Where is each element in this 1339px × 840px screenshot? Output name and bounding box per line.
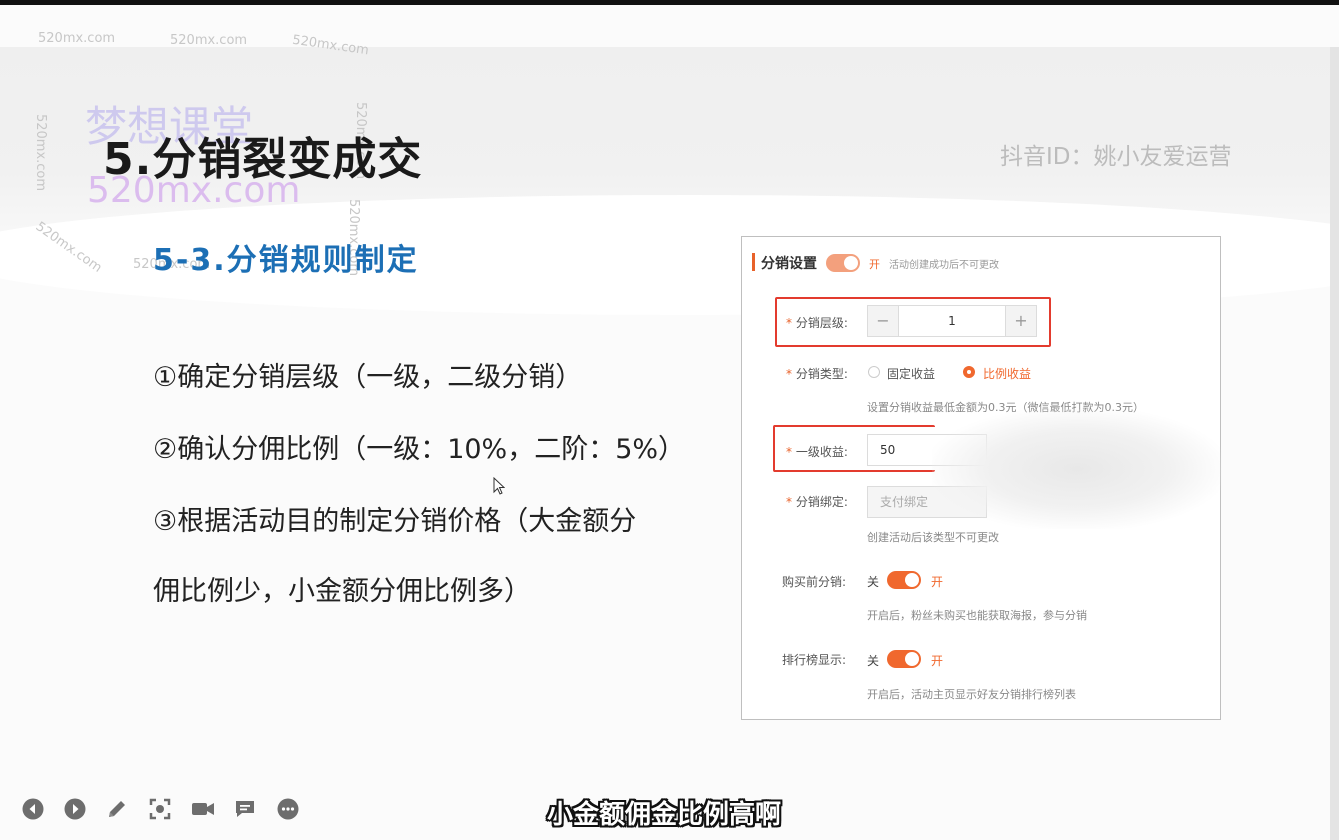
binding-label: * 分销绑定: [786,495,848,509]
ranking-hint: 开启后，活动主页显示好友分销排行榜列表 [867,688,1076,701]
distribution-settings-panel: 分销设置 开 活动创建成功后不可更改 * 分销层级: − 1 + * 分销类型:… [741,236,1222,720]
douyin-id: 抖音ID：姚小友爱运营 [1000,144,1232,170]
radio-fixed[interactable] [868,366,880,378]
type-label: * 分销类型: [786,367,848,381]
video-caption: 小金额佣金比例高啊 [547,800,782,830]
bullet-3: ③根据活动目的制定分销价格（大金额分 [153,506,637,537]
header-accent [752,253,755,271]
comment-icon[interactable] [234,798,256,820]
slide: 520mx.com 520mx.com 520mx.com 520mx.com … [0,5,1339,840]
highlight-box [775,297,1051,347]
bullet-3-cont: 佣比例少，小金额分佣比例多） [153,576,531,607]
next-icon[interactable] [64,798,86,820]
highlight-box [773,425,935,472]
ranking-on: 开 [931,654,944,668]
camera-icon[interactable] [191,798,215,820]
bullet-1: ①确定分销层级（一级，二级分销） [153,362,583,393]
header-note: 活动创建成功后不可更改 [889,260,999,271]
section-subtitle: 5-3.分销规则制定 [153,243,419,278]
ranking-toggle[interactable] [887,650,921,668]
page-title: 5.分销裂变成交 [103,134,423,185]
pre-purchase-toggle[interactable] [887,571,921,589]
prev-icon[interactable] [22,798,44,820]
binding-hint: 创建活动后该类型不可更改 [867,531,999,544]
pre-purchase-hint: 开启后，粉丝未购买也能获取海报，参与分销 [867,609,1087,622]
radio-ratio[interactable] [963,366,975,378]
distribution-toggle[interactable] [826,254,860,272]
ranking-label: 排行榜显示: [782,653,847,667]
pre-purchase-label: 购买前分销: [782,575,847,589]
watermark: 520mx.com [38,31,116,46]
screenshot-icon[interactable] [149,798,171,820]
pre-purchase-off: 关 [867,575,880,589]
toggle-on-label: 开 [869,258,880,271]
pre-purchase-on: 开 [931,575,944,589]
pen-icon[interactable] [106,798,128,820]
cursor-icon [493,477,505,495]
blurred-area [932,409,1222,529]
bullet-2: ②确认分佣比例（一级：10%，二阶：5%） [153,434,686,465]
option-fixed-label: 固定收益 [887,367,936,381]
watermark: 520mx.com [170,33,248,48]
panel-header: 分销设置 [761,256,817,272]
option-ratio-label: 比例收益 [983,367,1032,381]
watermark: 520mx.com [33,113,49,192]
more-icon[interactable] [277,798,299,820]
right-strip [1330,47,1339,840]
ranking-off: 关 [867,654,880,668]
